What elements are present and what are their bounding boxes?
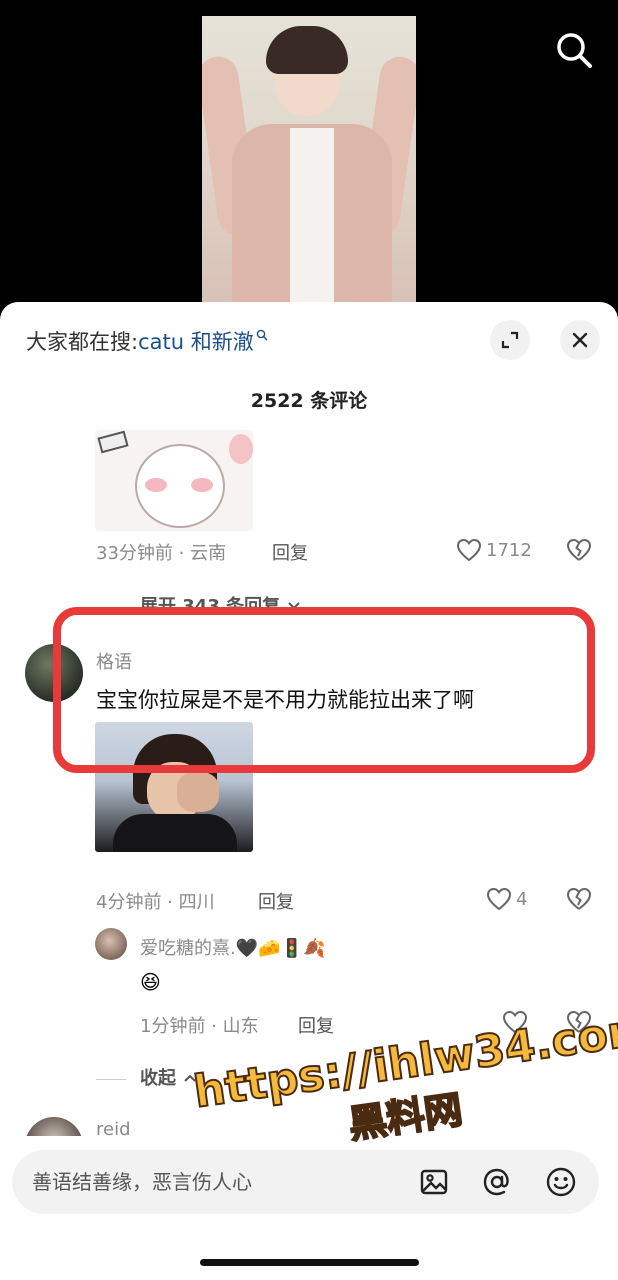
at-icon	[483, 1168, 509, 1196]
smiley-icon	[546, 1167, 576, 1197]
home-indicator[interactable]	[200, 1259, 419, 1266]
expand-icon	[501, 331, 519, 349]
reply-button[interactable]: 回复	[272, 539, 308, 565]
video-figure-hair	[266, 26, 348, 74]
sticker-ear	[229, 434, 253, 464]
close-sheet-button[interactable]	[560, 320, 600, 360]
everyone-search-suggestion[interactable]: 大家都在搜:catu 和新澈	[26, 326, 268, 356]
like-count: 1712	[486, 539, 532, 561]
reply-username-text: 爱吃糖的熹.	[140, 938, 236, 959]
like-count: 4	[516, 888, 528, 910]
heart-icon	[456, 538, 482, 562]
collapse-label: 收起	[140, 1068, 176, 1089]
sticker-cheek	[145, 478, 167, 492]
reply-text[interactable]: 😆	[140, 970, 161, 994]
reply-button[interactable]: 回复	[298, 1012, 334, 1038]
broken-heart-icon	[566, 887, 592, 910]
expand-sheet-button[interactable]	[490, 320, 530, 360]
expand-replies-button[interactable]: 展开 343 条回复	[96, 592, 302, 618]
dislike-button[interactable]	[566, 538, 592, 566]
reply-avatar[interactable]	[95, 928, 127, 960]
reply-button[interactable]: 回复	[258, 888, 294, 914]
like-button[interactable]: 4	[486, 887, 527, 911]
expand-replies-label: 展开 343 条回复	[140, 596, 281, 617]
search-icon	[557, 33, 592, 68]
sticker-sign	[97, 430, 129, 454]
divider-line	[96, 1078, 126, 1080]
collapse-replies-button[interactable]: 收起	[96, 1064, 198, 1090]
comment-username[interactable]: 格语	[96, 648, 132, 674]
avatar[interactable]	[25, 1117, 83, 1136]
reply-username-emojis: 🖤🧀🚦🍂	[235, 938, 326, 959]
photo-hand	[177, 772, 219, 812]
comment-input[interactable]	[32, 1150, 402, 1214]
comment-text[interactable]: 宝宝你拉屎是不是不用力就能拉出来了啊	[96, 684, 474, 714]
dislike-button[interactable]	[566, 887, 592, 915]
comment-meta: 33分钟前 · 云南	[96, 543, 227, 564]
video-background[interactable]	[0, 0, 618, 320]
mini-search-icon	[256, 329, 268, 344]
emoji-button[interactable]	[543, 1164, 579, 1200]
reply-meta: 1分钟前 · 山东	[140, 1016, 259, 1037]
comment-count: 2522 条评论	[250, 390, 368, 412]
mention-button[interactable]	[479, 1164, 515, 1200]
comment-sheet: 大家都在搜:catu 和新澈 2522 条评论 33分钟前 · 云南 回复 17…	[0, 302, 618, 1280]
comment-input-bar	[12, 1150, 599, 1214]
video-figure-tee	[290, 128, 334, 320]
divider-line	[96, 606, 126, 608]
comment-sheet-header: 大家都在搜:catu 和新澈	[0, 302, 618, 382]
image-button[interactable]	[416, 1164, 452, 1200]
comment-username[interactable]: reid	[96, 1119, 131, 1136]
chevron-down-icon	[288, 602, 301, 610]
sticker-cheek	[191, 478, 213, 492]
everyone-search-prefix: 大家都在搜:	[26, 330, 139, 354]
search-button[interactable]	[552, 28, 596, 72]
heart-icon	[486, 887, 512, 911]
like-button[interactable]: 1712	[456, 538, 532, 562]
video-frame[interactable]	[202, 16, 416, 320]
photo-jacket	[113, 814, 237, 852]
broken-heart-icon	[566, 538, 592, 561]
image-icon	[420, 1169, 448, 1195]
close-icon	[572, 332, 588, 348]
avatar[interactable]	[25, 644, 83, 702]
comment-sticker[interactable]	[95, 430, 253, 531]
comment-image[interactable]	[95, 722, 253, 852]
everyone-search-keyword[interactable]: catu 和新澈	[138, 330, 254, 354]
comment-meta: 4分钟前 · 四川	[96, 892, 215, 913]
reply-username[interactable]: 爱吃糖的熹.🖤🧀🚦🍂	[140, 934, 325, 960]
